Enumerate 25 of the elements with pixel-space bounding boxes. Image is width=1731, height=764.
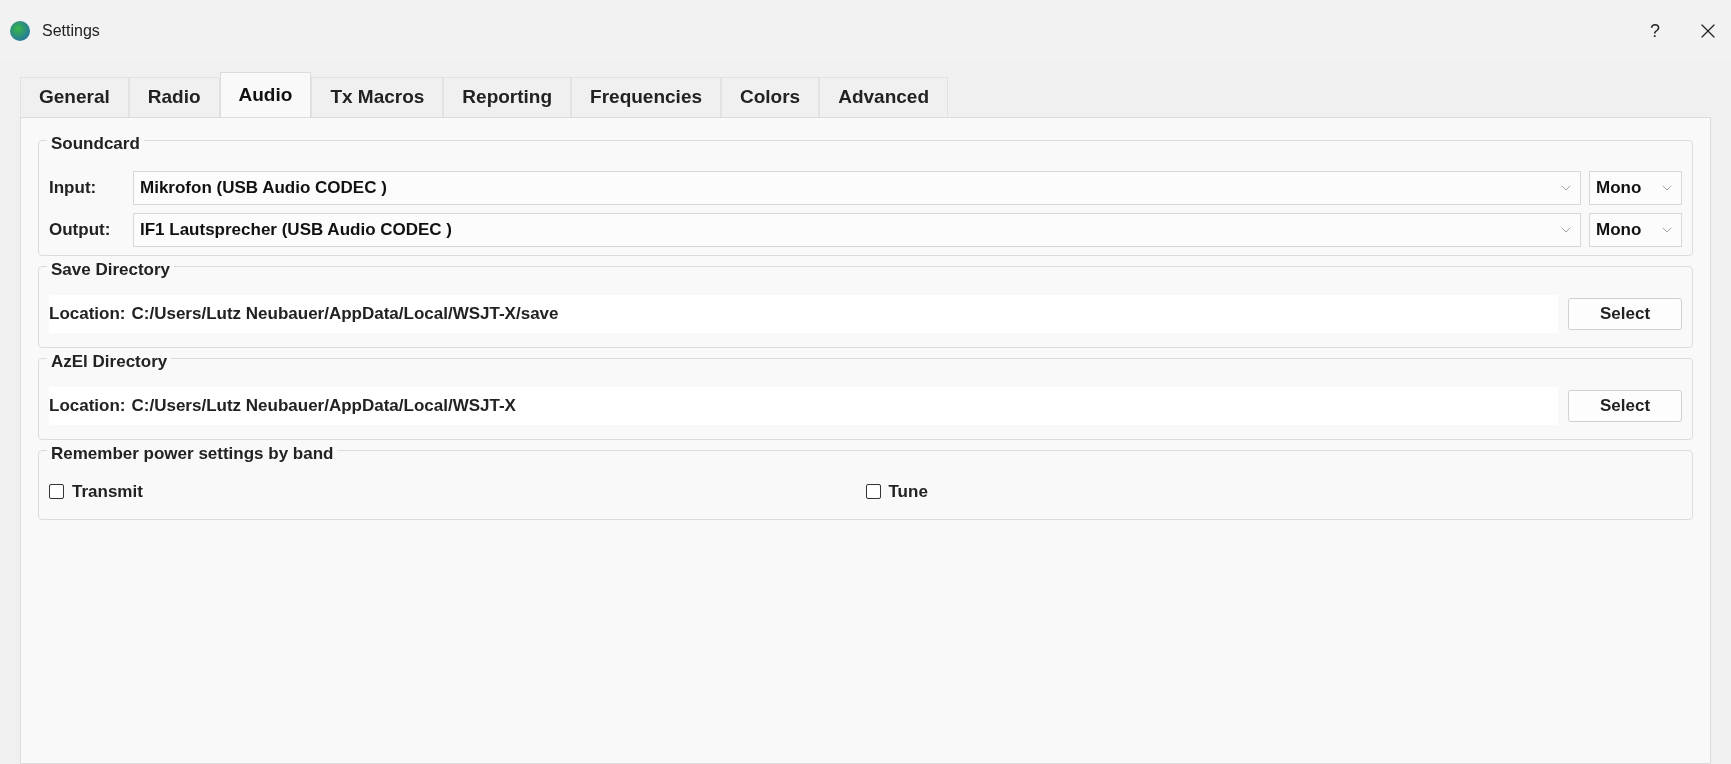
help-button[interactable]: ?: [1635, 17, 1675, 45]
app-logo-icon: [10, 21, 30, 41]
window-title: Settings: [42, 21, 100, 41]
tab[interactable]: Colors: [721, 77, 820, 117]
tab[interactable]: Audio: [219, 72, 312, 117]
channel-dropdown[interactable]: Mono: [1589, 171, 1682, 205]
tab[interactable]: General: [20, 77, 129, 117]
tab[interactable]: Tx Macros: [311, 77, 444, 117]
field-label: Input:: [49, 177, 98, 200]
device-dropdown[interactable]: Mikrofon (USB Audio CODEC ): [133, 171, 1581, 205]
select-button[interactable]: Select: [1568, 298, 1682, 330]
location-field[interactable]: Location: C:/Users/Lutz Neubauer/AppData/Local/WSJT-X/save: [49, 295, 1558, 333]
field-label: Output:: [49, 219, 112, 242]
tab[interactable]: Radio: [128, 77, 220, 117]
checkbox[interactable]: [49, 484, 64, 500]
tab[interactable]: Reporting: [443, 77, 572, 117]
tab[interactable]: Frequencies: [571, 77, 721, 117]
checkbox-option[interactable]: Tune: [865, 479, 928, 505]
channel-dropdown[interactable]: Mono: [1589, 213, 1682, 247]
tab[interactable]: Advanced: [819, 77, 948, 117]
device-dropdown[interactable]: IF1 Lautsprecher (USB Audio CODEC ): [133, 213, 1581, 247]
location-field[interactable]: Location: C:/Users/Lutz Neubauer/AppData/Local/WSJT-X: [49, 387, 1558, 425]
select-button[interactable]: Select: [1568, 390, 1682, 422]
checkbox[interactable]: [865, 484, 881, 500]
checkbox-option[interactable]: Transmit: [49, 479, 143, 505]
